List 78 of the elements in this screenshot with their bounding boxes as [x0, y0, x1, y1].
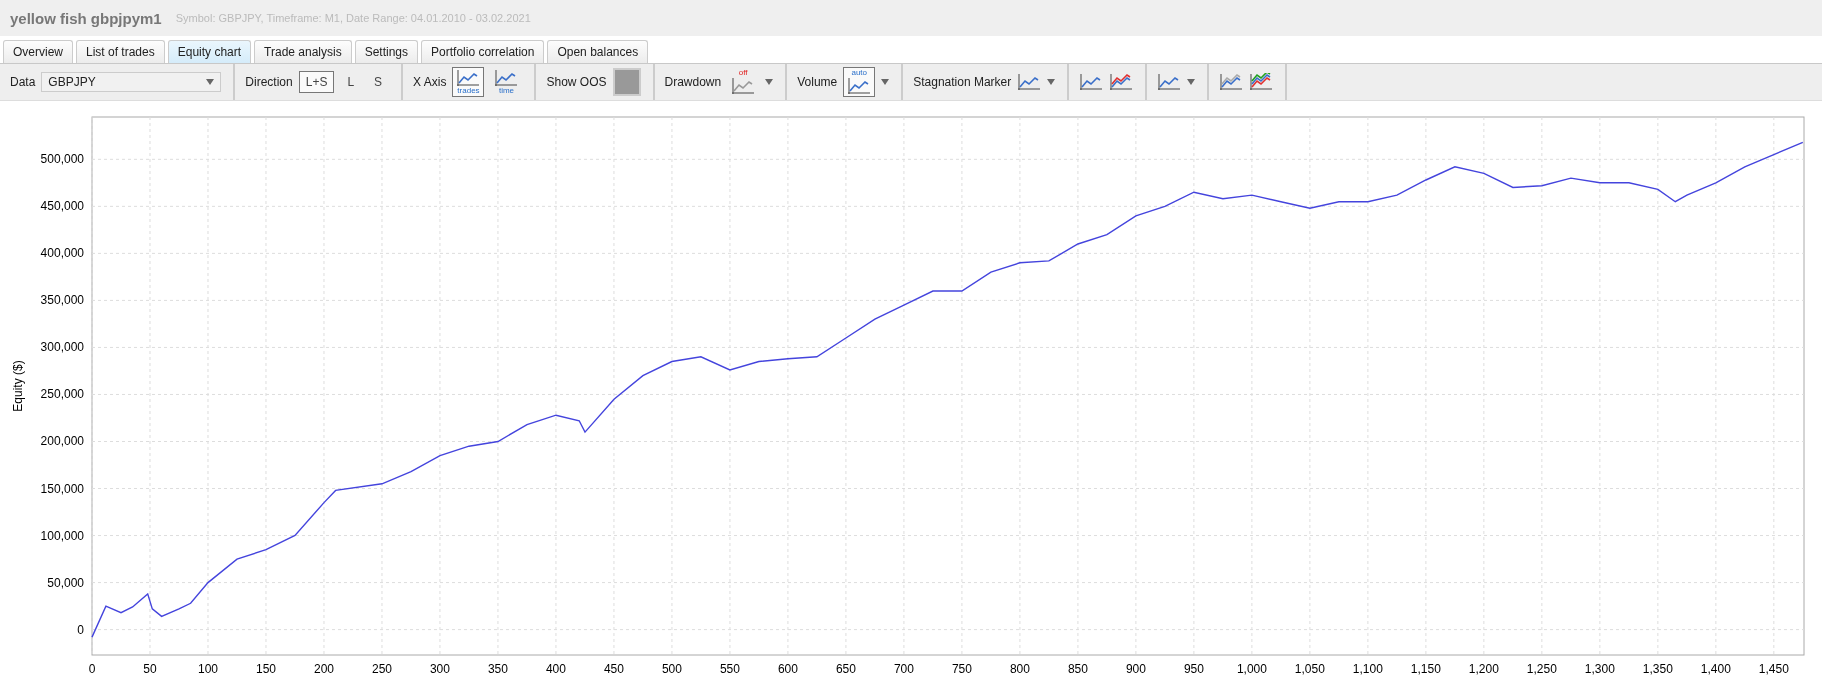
x-tick-label: 1,000	[1236, 662, 1267, 676]
y-tick-label: 500,000	[40, 152, 84, 167]
x-tick-label: 650	[835, 662, 856, 676]
x-tick-label: 1,450	[1758, 662, 1789, 676]
x-tick-label: 50	[143, 662, 157, 676]
chart-icon	[494, 69, 519, 87]
x-axis-label: X Axis	[413, 75, 447, 89]
y-tick-label: 450,000	[40, 199, 84, 214]
y-tick-label: 150,000	[40, 481, 84, 496]
x-tick-label: 100	[197, 662, 218, 676]
trend-line-chart-icon	[1109, 73, 1134, 91]
x-tick-label: 950	[1183, 662, 1204, 676]
y-tick-label: 300,000	[40, 340, 84, 355]
x-axis-option[interactable]: time	[490, 67, 523, 97]
caret-icon[interactable]	[765, 79, 774, 85]
x-tick-label: 1,100	[1352, 662, 1383, 676]
x-tick-label: 850	[1067, 662, 1088, 676]
x-tick-label: 0	[88, 662, 96, 676]
x-tick-label: 400	[545, 662, 566, 676]
x-tick-label: 700	[893, 662, 914, 676]
x-tick-label: 1,150	[1410, 662, 1441, 676]
chart-icon	[456, 69, 481, 87]
x-tick-label: 900	[1125, 662, 1146, 676]
caret-icon[interactable]	[881, 79, 890, 85]
x-tick-label: 550	[719, 662, 740, 676]
drawdown-label: Drawdown	[664, 75, 722, 89]
show-oos-label: Show OOS	[546, 75, 607, 89]
y-tick-label: 250,000	[40, 387, 84, 402]
x-tick-label: 1,200	[1468, 662, 1499, 676]
stagnation-marker-label: Stagnation Marker	[913, 75, 1012, 89]
show-oos-toggle[interactable]	[612, 68, 641, 96]
x-tick-label: 1,050	[1294, 662, 1325, 676]
tab[interactable]: Trade analysis	[254, 40, 352, 63]
tab[interactable]: List of trades	[76, 40, 165, 63]
y-tick-label: 350,000	[40, 293, 84, 308]
x-tick-label: 1,300	[1584, 662, 1615, 676]
x-tick-label: 450	[603, 662, 624, 676]
x-tick-label: 200	[313, 662, 334, 676]
x-tick-label: 300	[429, 662, 450, 676]
y-tick-label: 50,000	[47, 575, 84, 590]
line-chart-icon	[1157, 73, 1182, 91]
direction-option[interactable]: L	[340, 71, 362, 93]
tab[interactable]: Settings	[354, 40, 419, 63]
volume-button[interactable]: auto	[843, 67, 876, 97]
x-axis-option[interactable]: trades	[452, 67, 485, 97]
x-tick-label: 1,250	[1526, 662, 1557, 676]
direction-option[interactable]: S	[367, 71, 390, 93]
x-tick-label: 600	[777, 662, 798, 676]
x-tick-label: 1,350	[1642, 662, 1673, 676]
x-tick-label: 1,400	[1700, 662, 1731, 676]
compare-chart-icon	[1219, 73, 1244, 91]
x-tick-label: 750	[951, 662, 972, 676]
strategy-title: yellow fish gbpjpym1	[10, 9, 162, 27]
volume-label: Volume	[797, 75, 838, 89]
x-tick-label: 350	[487, 662, 508, 676]
x-tick-label: 150	[255, 662, 276, 676]
drawdown-button[interactable]: off	[727, 67, 760, 97]
tab[interactable]: Overview	[3, 40, 73, 63]
y-tick-label: 0	[77, 622, 84, 637]
tab[interactable]: Equity chart	[167, 40, 252, 63]
y-tick-label: 100,000	[40, 528, 84, 543]
caret-icon[interactable]	[1187, 79, 1196, 85]
multi-line-chart-icon	[1249, 73, 1274, 91]
x-tick-label: 250	[371, 662, 392, 676]
y-tick-label: 200,000	[40, 434, 84, 449]
y-axis-title: Equity ($)	[11, 360, 25, 412]
caret-icon	[206, 79, 215, 85]
x-tick-label: 800	[1009, 662, 1030, 676]
data-select[interactable]: GBPJPY	[41, 72, 222, 92]
direction-option[interactable]: L+S	[298, 71, 335, 93]
y-tick-label: 400,000	[40, 246, 84, 261]
volume-chart-icon	[847, 77, 872, 95]
direction-label: Direction	[245, 75, 293, 89]
tab[interactable]: Portfolio correlation	[421, 40, 545, 63]
x-tick-label: 500	[661, 662, 682, 676]
data-label: Data	[10, 75, 36, 89]
caret-icon[interactable]	[1047, 79, 1056, 85]
tab[interactable]: Open balances	[547, 40, 649, 63]
